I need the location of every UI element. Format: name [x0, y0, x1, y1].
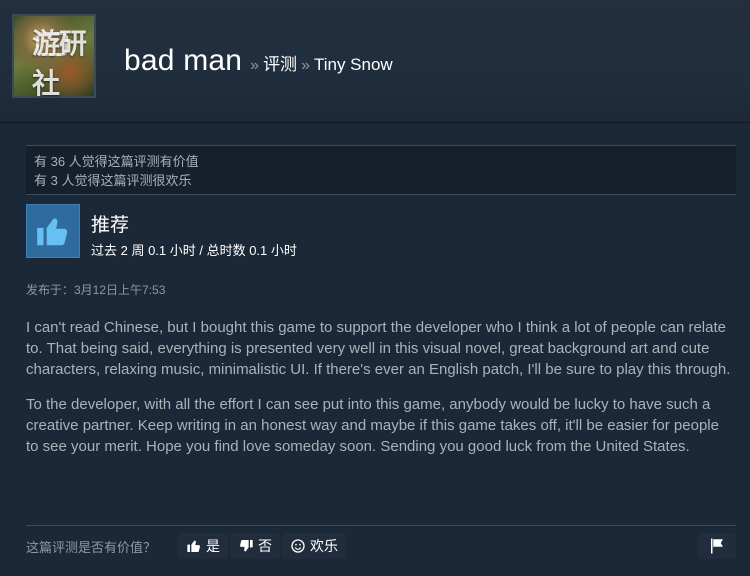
watermark-text: 游研社 [32, 27, 87, 100]
review-paragraph: To the developer, with all the effort I … [26, 396, 719, 455]
profile-name-link[interactable]: bad man [124, 44, 242, 78]
vote-yes-label: 是 [206, 538, 220, 554]
funny-count-text: 有 3 人觉得这篇评测很欢乐 [34, 173, 192, 188]
vote-yes-button[interactable]: 是 [178, 533, 228, 559]
breadcrumb-separator: » [301, 57, 310, 74]
breadcrumb-separator: » [250, 57, 260, 74]
smiley-icon [290, 538, 306, 554]
flag-icon [711, 538, 723, 554]
breadcrumb-game-link[interactable]: Tiny Snow [314, 55, 393, 75]
breadcrumb: bad man » 评测 » Tiny Snow [124, 44, 393, 78]
avatar[interactable]: 游研社 [12, 14, 96, 100]
profile-header: 游研社 bad man » 评测 » Tiny Snow [0, 0, 750, 123]
helpful-count-text: 有 36 人觉得这篇评测有价值 [34, 154, 199, 169]
vote-no-button[interactable]: 否 [230, 533, 280, 559]
breadcrumb-reviews-link[interactable]: 评测 [263, 50, 297, 75]
vote-funny-button[interactable]: 欢乐 [282, 533, 346, 559]
review-body: I can't read Chinese, but I bought this … [26, 317, 731, 471]
vote-funny-label: 欢乐 [310, 538, 338, 554]
thumbs-up-icon [186, 538, 202, 554]
review-paragraph: I can't read Chinese, but I bought this … [26, 319, 731, 378]
thumbs-down-icon [238, 538, 254, 554]
vote-no-label: 否 [258, 538, 272, 554]
recommendation-label: 推荐 [91, 215, 130, 236]
playtime-text: 过去 2 周 0.1 小时 / 总时数 0.1 小时 [91, 243, 297, 258]
posted-date: 发布于：3月12日上午7:53 [26, 283, 166, 297]
helpful-question: 这篇评测是否有价值？ [26, 540, 157, 555]
divider [26, 525, 736, 526]
recommended-badge [26, 204, 80, 258]
thumbs-up-icon [37, 218, 68, 246]
vote-summary: 有 36 人觉得这篇评测有价值 有 3 人觉得这篇评测很欢乐 [26, 145, 736, 195]
report-flag-button[interactable] [698, 533, 736, 559]
